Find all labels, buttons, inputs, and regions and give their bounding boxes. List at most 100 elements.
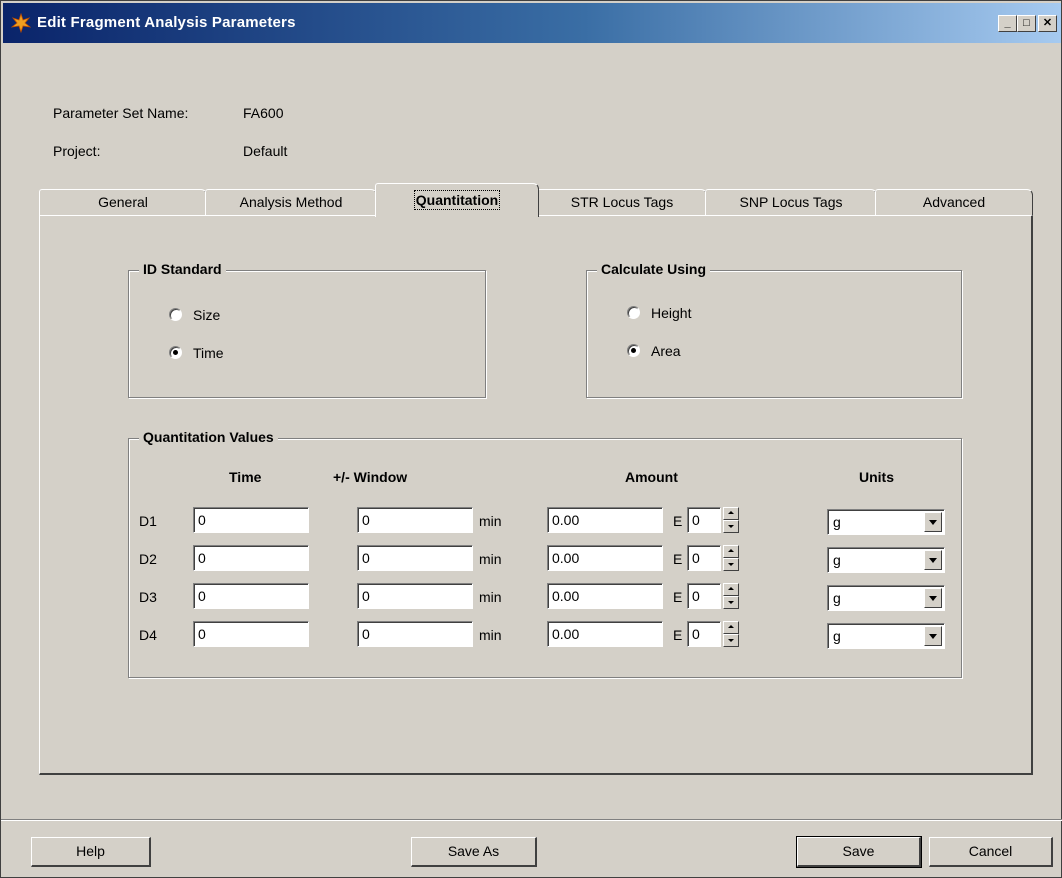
- param-set-name-label: Parameter Set Name:: [53, 105, 189, 121]
- exponent-input-d2[interactable]: 0: [687, 545, 721, 571]
- window-title: Edit Fragment Analysis Parameters: [37, 14, 296, 31]
- chevron-down-icon[interactable]: [924, 550, 942, 570]
- spin-up-icon[interactable]: [723, 507, 739, 520]
- spin-down-icon[interactable]: [723, 558, 739, 571]
- window-header: +/- Window: [333, 469, 408, 485]
- window-unit-d2: min: [479, 551, 502, 567]
- tab-advanced-label: Advanced: [922, 194, 986, 210]
- radio-size-indicator[interactable]: [169, 308, 182, 321]
- window-input-d1[interactable]: 0: [357, 507, 473, 533]
- units-value-d4: g: [833, 628, 841, 644]
- project-label: Project:: [53, 143, 101, 159]
- radio-height-label: Height: [651, 305, 692, 321]
- tab-panel: ID Standard Size Time Calculate Using He…: [39, 215, 1033, 775]
- app-icon: [11, 13, 31, 33]
- radio-area-label: Area: [651, 343, 681, 359]
- project-value: Default: [243, 143, 288, 159]
- tab-general[interactable]: General: [39, 189, 207, 215]
- tab-advanced[interactable]: Advanced: [875, 189, 1033, 215]
- units-select-d2[interactable]: g: [827, 547, 945, 573]
- minimize-button[interactable]: _: [998, 15, 1017, 32]
- units-value-d2: g: [833, 552, 841, 568]
- spin-down-icon[interactable]: [723, 596, 739, 609]
- calculate-using-title: Calculate Using: [597, 261, 711, 277]
- row-label-d3: D3: [139, 589, 157, 605]
- exponent-input-d4[interactable]: 0: [687, 621, 721, 647]
- tab-quantitation-label: Quantitation: [413, 190, 501, 210]
- footer-separator: [1, 819, 1062, 821]
- tab-analysis-method[interactable]: Analysis Method: [205, 189, 377, 215]
- exponent-input-d1[interactable]: 0: [687, 507, 721, 533]
- exponent-spinner-d3[interactable]: [723, 583, 739, 609]
- amount-input-d3[interactable]: 0.00: [547, 583, 663, 609]
- tab-quantitation[interactable]: Quantitation: [375, 183, 539, 217]
- help-button[interactable]: Help: [31, 837, 151, 867]
- exponent-spinner-d4[interactable]: [723, 621, 739, 647]
- units-value-d3: g: [833, 590, 841, 606]
- window-unit-d3: min: [479, 589, 502, 605]
- spin-down-icon[interactable]: [723, 634, 739, 647]
- tab-str-locus-tags-label: STR Locus Tags: [570, 194, 674, 210]
- radio-area-indicator[interactable]: [627, 344, 640, 357]
- chevron-down-icon[interactable]: [924, 588, 942, 608]
- save-button[interactable]: Save: [796, 836, 922, 868]
- dialog-window: Edit Fragment Analysis Parameters _ □ ✕ …: [0, 0, 1062, 878]
- units-select-d4[interactable]: g: [827, 623, 945, 649]
- window-unit-d4: min: [479, 627, 502, 643]
- amount-input-d1[interactable]: 0.00: [547, 507, 663, 533]
- spin-up-icon[interactable]: [723, 621, 739, 634]
- close-button[interactable]: ✕: [1038, 15, 1057, 32]
- time-input-d4[interactable]: 0: [193, 621, 309, 647]
- window-input-d2[interactable]: 0: [357, 545, 473, 571]
- window-unit-d1: min: [479, 513, 502, 529]
- units-select-d1[interactable]: g: [827, 509, 945, 535]
- calculate-using-group: Calculate Using Height Area: [586, 261, 962, 398]
- units-header: Units: [859, 469, 894, 485]
- exp-label-d4: E: [673, 627, 683, 643]
- units-value-d1: g: [833, 514, 841, 530]
- param-set-name-value: FA600: [243, 105, 284, 121]
- tab-str-locus-tags[interactable]: STR Locus Tags: [537, 189, 707, 215]
- id-standard-group: ID Standard Size Time: [128, 261, 486, 398]
- tab-snp-locus-tags[interactable]: SNP Locus Tags: [705, 189, 877, 215]
- radio-height-indicator[interactable]: [627, 306, 640, 319]
- row-label-d1: D1: [139, 513, 157, 529]
- title-bar[interactable]: Edit Fragment Analysis Parameters _ □ ✕: [3, 3, 1061, 43]
- chevron-down-icon[interactable]: [924, 512, 942, 532]
- time-input-d1[interactable]: 0: [193, 507, 309, 533]
- tab-snp-locus-tags-label: SNP Locus Tags: [739, 194, 843, 210]
- exp-label-d2: E: [673, 551, 683, 567]
- time-header: Time: [229, 469, 262, 485]
- tab-bar: General Analysis Method Quantitation STR…: [1, 183, 1062, 217]
- time-input-d3[interactable]: 0: [193, 583, 309, 609]
- save-as-button[interactable]: Save As: [411, 837, 537, 867]
- radio-time-indicator[interactable]: [169, 346, 182, 359]
- quantitation-values-title: Quantitation Values: [139, 429, 278, 445]
- exp-label-d3: E: [673, 589, 683, 605]
- radio-time-label: Time: [193, 345, 224, 361]
- units-select-d3[interactable]: g: [827, 585, 945, 611]
- amount-input-d4[interactable]: 0.00: [547, 621, 663, 647]
- exp-label-d1: E: [673, 513, 683, 529]
- row-label-d4: D4: [139, 627, 157, 643]
- tab-analysis-method-label: Analysis Method: [239, 194, 343, 210]
- spin-up-icon[interactable]: [723, 583, 739, 596]
- spin-down-icon[interactable]: [723, 520, 739, 533]
- chevron-down-icon[interactable]: [924, 626, 942, 646]
- spin-up-icon[interactable]: [723, 545, 739, 558]
- maximize-button[interactable]: □: [1017, 15, 1036, 32]
- exponent-input-d3[interactable]: 0: [687, 583, 721, 609]
- time-input-d2[interactable]: 0: [193, 545, 309, 571]
- radio-size-label: Size: [193, 307, 221, 323]
- exponent-spinner-d1[interactable]: [723, 507, 739, 533]
- window-input-d4[interactable]: 0: [357, 621, 473, 647]
- id-standard-title: ID Standard: [139, 261, 226, 277]
- tab-general-label: General: [98, 194, 148, 210]
- quantitation-values-group: Quantitation Values Time +/- Window Amou…: [128, 429, 962, 678]
- amount-input-d2[interactable]: 0.00: [547, 545, 663, 571]
- row-label-d2: D2: [139, 551, 157, 567]
- cancel-button[interactable]: Cancel: [929, 837, 1053, 867]
- exponent-spinner-d2[interactable]: [723, 545, 739, 571]
- amount-header: Amount: [625, 469, 678, 485]
- window-input-d3[interactable]: 0: [357, 583, 473, 609]
